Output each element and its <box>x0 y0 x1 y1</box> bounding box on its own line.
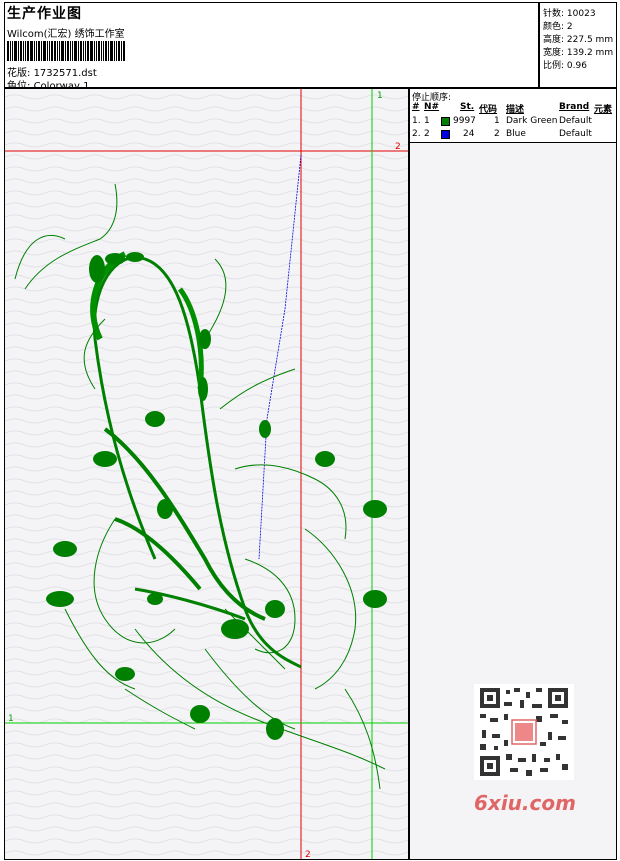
barcode-bar <box>61 41 64 61</box>
row-2-desc: Blue <box>506 129 526 139</box>
barcode-bar <box>34 41 35 61</box>
qr-code-icon <box>474 684 574 780</box>
stitch-count: 针数: 10023 <box>543 9 596 19</box>
barcode-bar <box>103 41 104 61</box>
barcode-bar <box>74 41 77 61</box>
row-1-desc: Dark Green <box>506 116 558 126</box>
row-1-brand: Default <box>559 116 592 126</box>
guide-label-top-right: 1 <box>377 91 383 101</box>
row-1-color-swatch <box>441 117 450 126</box>
row-1-stitches: 9997 <box>453 116 476 126</box>
row-1-code: 1 <box>494 116 500 126</box>
color-count: 颜色: 2 <box>543 22 573 32</box>
barcode-bar <box>121 41 122 61</box>
barcode-bar <box>108 41 109 61</box>
stop-sequence-table: 停止顺序: # N# St. 代码 描述 Brand 元素 1. 1 9997 … <box>410 89 616 143</box>
barcode-bar <box>10 41 11 61</box>
barcode-bar <box>54 41 56 61</box>
guide-label-left: 1 <box>8 714 14 724</box>
row-2-n: 2 <box>424 129 430 139</box>
row-2-num: 2. <box>412 129 421 139</box>
qr-code <box>474 684 574 780</box>
barcode-bar <box>23 41 24 61</box>
barcode-bar <box>83 41 84 61</box>
barcode <box>7 41 147 61</box>
barcode-bar <box>25 41 26 61</box>
barcode-bar <box>67 41 69 61</box>
design-width: 宽度: 139.2 mm <box>543 48 614 58</box>
guide-label-bottom: 2 <box>305 850 311 860</box>
row-1-num: 1. <box>412 116 421 126</box>
col-header-desc: 描述 <box>506 105 525 115</box>
col-header-element: 元素 <box>594 105 613 115</box>
watermark-text: 6xiu.com <box>474 791 576 815</box>
barcode-bar <box>98 41 100 61</box>
col-header-num: # <box>412 102 420 112</box>
header-panel: 生产作业图 Wilcom(汇宏) 绣饰工作室 花版: 1732571.dst 色… <box>4 2 539 92</box>
design-scale: 比例: 0.96 <box>543 61 587 71</box>
barcode-bar <box>12 41 13 61</box>
barcode-bar <box>43 41 46 61</box>
barcode-bar <box>96 41 97 61</box>
row-2-brand: Default <box>559 129 592 139</box>
barcode-bar <box>30 41 33 61</box>
col-header-st: St. <box>460 102 475 112</box>
barcode-bar <box>47 41 48 61</box>
barcode-bar <box>90 41 93 61</box>
row-2-code: 2 <box>494 129 500 139</box>
barcode-bar <box>38 41 40 61</box>
barcode-bar <box>116 41 117 61</box>
stats-panel: 针数: 10023 颜色: 2 高度: 227.5 mm 宽度: 139.2 m… <box>539 2 617 88</box>
barcode-bar <box>51 41 53 61</box>
barcode-bar <box>80 41 82 61</box>
barcode-bar <box>110 41 113 61</box>
barcode-bar <box>105 41 107 61</box>
col-header-n: N# <box>424 102 440 112</box>
barcode-bar <box>118 41 120 61</box>
barcode-bar <box>27 41 29 61</box>
barcode-bar <box>87 41 89 61</box>
barcode-bar <box>49 41 50 61</box>
barcode-bar <box>123 41 125 61</box>
barcode-bar <box>78 41 79 61</box>
barcode-bar <box>114 41 115 61</box>
barcode-bar <box>36 41 37 61</box>
barcode-bar <box>18 41 19 61</box>
company-name: Wilcom(汇宏) 绣饰工作室 <box>7 29 125 40</box>
guide-label-right: 2 <box>395 142 401 152</box>
row-1-n: 1 <box>424 116 430 126</box>
barcode-bar <box>14 41 17 61</box>
barcode-bar <box>101 41 102 61</box>
barcode-bar <box>57 41 58 61</box>
page-title: 生产作业图 <box>7 6 82 22</box>
embroidery-preview: 1 2 1 2 <box>5 89 408 860</box>
barcode-bar <box>65 41 66 61</box>
barcode-bar <box>20 41 22 61</box>
barcode-bar <box>59 41 60 61</box>
barcode-bar <box>85 41 86 61</box>
barcode-bar <box>94 41 95 61</box>
barcode-bar <box>72 41 73 61</box>
design-height: 高度: 227.5 mm <box>543 35 614 45</box>
col-header-code: 代码 <box>479 105 498 115</box>
design-canvas[interactable]: 1 2 1 2 <box>4 88 409 860</box>
barcode-bar <box>70 41 71 61</box>
col-header-brand: Brand <box>559 102 590 112</box>
barcode-bar <box>41 41 42 61</box>
row-2-stitches: 24 <box>463 129 475 139</box>
row-2-color-swatch <box>441 130 450 139</box>
barcode-bar <box>7 41 9 61</box>
